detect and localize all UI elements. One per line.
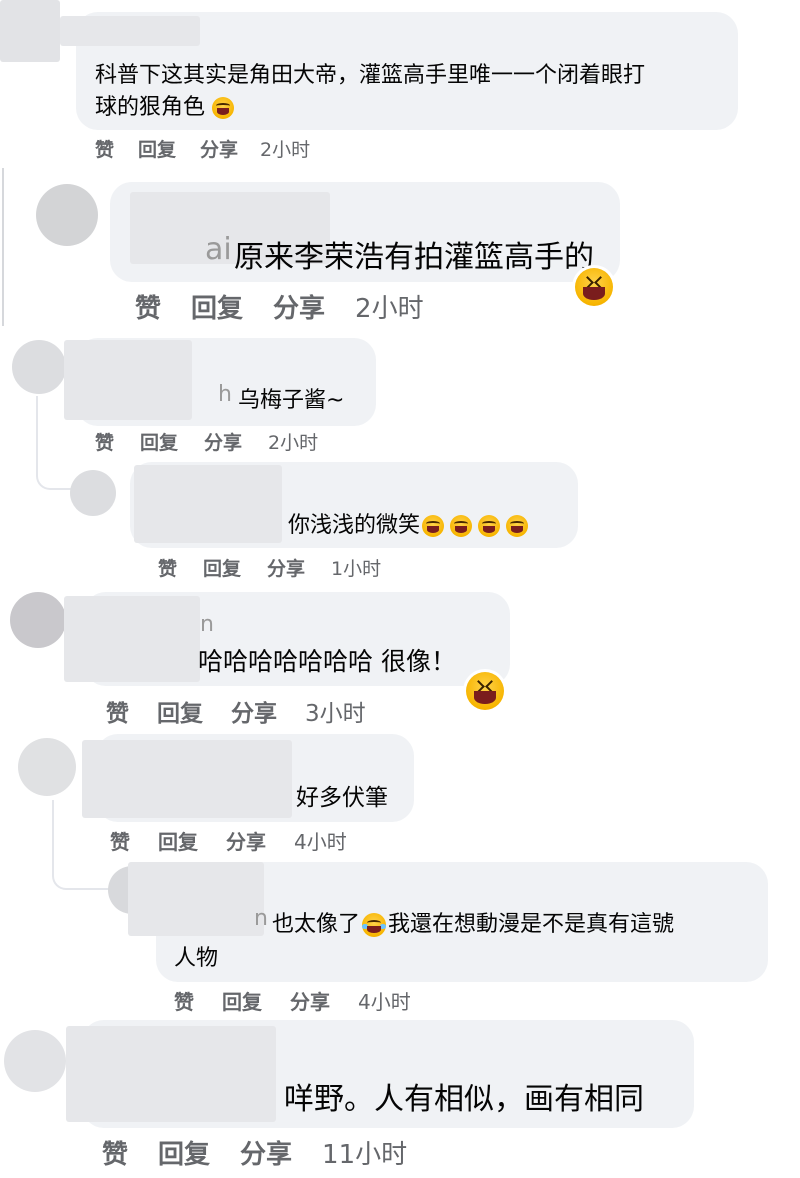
like-button[interactable]: 赞 xyxy=(106,694,129,728)
rofl-emoji xyxy=(478,515,501,537)
timestamp[interactable]: 11小时 xyxy=(322,1134,407,1171)
comment-text: 哈哈哈哈哈哈哈 很像！ xyxy=(198,647,456,676)
like-button[interactable]: 赞 xyxy=(102,1134,128,1171)
rofl-emoji xyxy=(422,515,445,537)
share-button[interactable]: 分享 xyxy=(231,694,277,728)
author-name-tail[interactable]: h xyxy=(218,382,232,407)
author-name-tail[interactable]: n xyxy=(254,906,268,931)
timestamp[interactable]: 2小时 xyxy=(260,135,310,162)
reply-button[interactable]: 回复 xyxy=(222,986,262,1015)
share-button[interactable]: 分享 xyxy=(290,986,330,1015)
share-button[interactable]: 分享 xyxy=(267,554,305,581)
author-name-blurred[interactable] xyxy=(82,740,292,818)
comment-actions: 赞 回复 分享 2小时 xyxy=(95,428,318,455)
rofl-emoji xyxy=(212,97,235,119)
rofl-emoji xyxy=(450,515,473,537)
share-button[interactable]: 分享 xyxy=(204,428,242,455)
reply-thread-line xyxy=(52,800,110,890)
rofl-emoji xyxy=(506,515,529,537)
author-name-blurred[interactable] xyxy=(128,862,264,936)
like-button[interactable]: 赞 xyxy=(95,135,114,162)
thread-line xyxy=(2,168,4,326)
reply-button[interactable]: 回复 xyxy=(138,135,176,162)
timestamp[interactable]: 4小时 xyxy=(358,986,411,1015)
avatar[interactable] xyxy=(12,340,66,394)
comment-actions: 赞 回复 分享 2小时 xyxy=(95,135,310,162)
comment-actions: 赞 回复 分享 3小时 xyxy=(106,694,366,728)
comment-text: 好多伏筆 xyxy=(296,785,388,811)
author-name-blurred[interactable] xyxy=(134,465,282,543)
timestamp[interactable]: 4小时 xyxy=(294,826,347,855)
comment-text: 也太像了 我還在想動漫是不是真有這號 xyxy=(272,912,675,937)
laughing-emoji[interactable] xyxy=(466,672,504,710)
comment-text: 乌梅子酱~ xyxy=(238,388,345,413)
share-button[interactable]: 分享 xyxy=(226,826,266,855)
comment-actions: 赞 回复 分享 2小时 xyxy=(135,288,424,325)
author-name-tail[interactable]: n xyxy=(200,612,214,637)
timestamp[interactable]: 3小时 xyxy=(305,694,366,728)
author-name-blurred[interactable] xyxy=(64,340,192,420)
reply-button[interactable]: 回复 xyxy=(140,428,178,455)
reply-button[interactable]: 回复 xyxy=(158,1134,210,1171)
share-button[interactable]: 分享 xyxy=(240,1134,292,1171)
author-name-blurred[interactable] xyxy=(60,16,200,46)
avatar[interactable] xyxy=(4,1030,66,1092)
like-button[interactable]: 赞 xyxy=(158,554,177,581)
like-button[interactable]: 赞 xyxy=(135,288,161,325)
comment-actions: 赞 回复 分享 11小时 xyxy=(102,1134,407,1171)
timestamp[interactable]: 2小时 xyxy=(355,288,424,325)
share-button[interactable]: 分享 xyxy=(200,135,238,162)
comment-text-line2: 球的狠角色 xyxy=(95,89,235,121)
comment-text: 原来李荣浩有拍灌篮高手的 xyxy=(234,240,594,275)
comment-text-line2: 人物 xyxy=(174,946,219,971)
like-button[interactable]: 赞 xyxy=(110,826,130,855)
reply-button[interactable]: 回复 xyxy=(157,694,203,728)
author-name-blurred[interactable] xyxy=(64,596,200,682)
avatar[interactable] xyxy=(0,0,60,62)
like-button[interactable]: 赞 xyxy=(95,428,114,455)
comment-actions: 赞 回复 分享 1小时 xyxy=(158,554,381,581)
author-name-tail[interactable]: ai xyxy=(205,232,232,267)
comment-actions: 赞 回复 分享 4小时 xyxy=(110,826,347,855)
author-name-blurred[interactable] xyxy=(66,1026,276,1122)
comment-text: 你浅浅的微笑 xyxy=(288,507,529,539)
reply-button[interactable]: 回复 xyxy=(191,288,243,325)
avatar[interactable] xyxy=(36,184,98,246)
avatar[interactable] xyxy=(10,592,66,648)
comment-text: 科普下这其实是角田大帝，灌篮高手里唯一一个闭着眼打 xyxy=(95,63,646,88)
comment-text: 咩野。人有相似，画有相同 xyxy=(284,1082,644,1117)
reply-thread-line xyxy=(36,396,78,490)
avatar[interactable] xyxy=(18,738,76,796)
reply-button[interactable]: 回复 xyxy=(158,826,198,855)
comment-actions: 赞 回复 分享 4小时 xyxy=(174,986,411,1015)
laughing-emoji[interactable] xyxy=(575,268,613,306)
avatar[interactable] xyxy=(70,470,116,516)
reply-button[interactable]: 回复 xyxy=(203,554,241,581)
like-button[interactable]: 赞 xyxy=(174,986,194,1015)
timestamp[interactable]: 2小时 xyxy=(268,428,318,455)
timestamp[interactable]: 1小时 xyxy=(331,554,381,581)
joy-emoji xyxy=(362,913,387,937)
share-button[interactable]: 分享 xyxy=(273,288,325,325)
